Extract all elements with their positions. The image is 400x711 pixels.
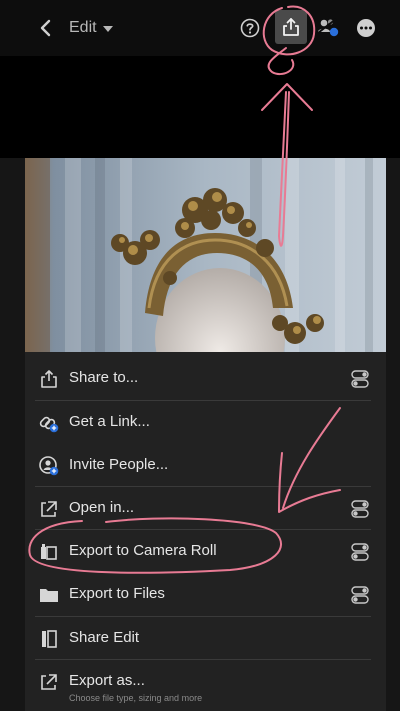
- menu-item-share-to[interactable]: Share to...: [25, 357, 386, 400]
- menu-item-label: Get a Link...: [69, 413, 150, 430]
- share-button[interactable]: [275, 10, 307, 44]
- share-edit-icon: [39, 629, 59, 649]
- menu-item-invite-people[interactable]: Invite People...: [25, 444, 386, 487]
- menu-item-export-files[interactable]: Export to Files: [25, 573, 386, 616]
- menu-item-label: Open in...: [69, 499, 135, 516]
- menu-item-label: Export to Camera Roll: [69, 542, 217, 559]
- chevron-down-icon: [102, 26, 113, 32]
- share-menu: Share to... Get a Link... Invite People.…: [25, 352, 386, 711]
- people-icon: [317, 18, 339, 37]
- menu-item-export-as[interactable]: Export as... Choose file type, sizing an…: [25, 660, 386, 711]
- help-icon: [240, 18, 260, 38]
- top-bar: Edit: [0, 0, 400, 56]
- menu-item-get-link[interactable]: Get a Link...: [25, 401, 386, 444]
- mode-selector[interactable]: Edit: [69, 16, 113, 40]
- settings-toggle-icon[interactable]: [350, 500, 370, 518]
- back-button[interactable]: [34, 14, 56, 42]
- share-icon: [39, 369, 59, 389]
- share-icon: [283, 18, 299, 36]
- settings-toggle-icon[interactable]: [350, 543, 370, 561]
- more-button[interactable]: [352, 14, 380, 42]
- menu-item-export-camera-roll[interactable]: Export to Camera Roll: [25, 530, 386, 573]
- folder-icon: [39, 585, 59, 605]
- menu-item-label: Export to Files: [69, 585, 165, 602]
- mode-label: Edit: [69, 19, 97, 36]
- help-button[interactable]: [236, 14, 264, 42]
- side-panel-left: [0, 158, 25, 711]
- canvas-background: [0, 56, 400, 158]
- menu-item-open-in[interactable]: Open in...: [25, 487, 386, 530]
- link-icon: [39, 413, 59, 433]
- people-button[interactable]: [314, 14, 342, 42]
- menu-item-label: Export as...: [69, 672, 145, 689]
- open-in-icon: [39, 499, 59, 519]
- invite-icon: [39, 456, 59, 476]
- menu-item-label: Invite People...: [69, 456, 169, 473]
- camera-roll-icon: [39, 542, 59, 562]
- menu-item-label: Share to...: [69, 369, 139, 386]
- settings-toggle-icon[interactable]: [350, 370, 370, 388]
- menu-item-share-edit[interactable]: Share Edit: [25, 617, 386, 660]
- side-panel-right: [386, 158, 400, 711]
- more-icon: [357, 19, 375, 37]
- export-as-icon: [39, 672, 59, 692]
- menu-item-label: Share Edit: [69, 629, 140, 646]
- settings-toggle-icon[interactable]: [350, 586, 370, 604]
- back-icon: [40, 19, 51, 37]
- photo-preview: [25, 158, 386, 352]
- menu-item-subtitle: Choose file type, sizing and more: [69, 693, 203, 703]
